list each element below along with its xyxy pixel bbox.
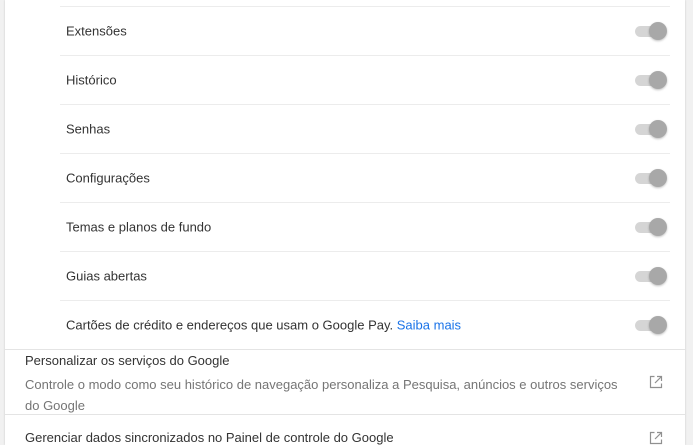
sync-label-extensions: Extensões xyxy=(66,23,127,38)
sync-row-payments: Cartões de crédito e endereços que usam … xyxy=(5,300,685,349)
personalize-description: Controle o modo como seu histórico de na… xyxy=(25,377,618,413)
sync-label-passwords: Senhas xyxy=(66,121,111,136)
sync-label-payments: Cartões de crédito e endereços que usam … xyxy=(66,317,461,332)
sync-row-extensions: Extensões xyxy=(5,6,685,55)
row-divider xyxy=(60,6,670,7)
toggle-knob xyxy=(649,315,667,334)
open-in-new-icon[interactable] xyxy=(649,375,663,389)
toggle-knob xyxy=(649,168,667,187)
sync-label-history: Histórico xyxy=(66,72,117,87)
manage-title: Gerenciar dados sincronizados no Painel … xyxy=(25,430,394,445)
sync-row-settings: Configurações xyxy=(5,153,685,202)
row-divider xyxy=(60,300,670,301)
sync-row-passwords: Senhas xyxy=(5,104,685,153)
toggle-knob xyxy=(649,21,667,40)
toggle-themes[interactable] xyxy=(635,217,667,236)
sync-row-open-tabs: Guias abertas xyxy=(5,251,685,300)
learn-more-link[interactable]: Saiba mais xyxy=(397,317,461,332)
toggle-knob xyxy=(649,70,667,89)
row-divider xyxy=(60,202,670,203)
personalize-title: Personalizar os serviços do Google xyxy=(25,353,230,368)
sync-label-themes: Temas e planos de fundo xyxy=(66,219,212,234)
toggle-open-tabs[interactable] xyxy=(635,266,667,285)
section-divider xyxy=(5,349,685,350)
manage-synced-data-row[interactable]: Gerenciar dados sincronizados no Painel … xyxy=(5,430,685,445)
row-divider xyxy=(60,251,670,252)
toggle-knob xyxy=(649,266,667,285)
sync-settings-card: Extensões Histórico Senhas Configurações… xyxy=(5,0,685,445)
sync-label-settings: Configurações xyxy=(66,170,150,185)
toggle-history[interactable] xyxy=(635,70,667,89)
sync-row-themes: Temas e planos de fundo xyxy=(5,202,685,251)
open-in-new-icon[interactable] xyxy=(649,431,663,445)
toggle-knob xyxy=(649,119,667,138)
toggle-knob xyxy=(649,217,667,236)
toggle-settings[interactable] xyxy=(635,168,667,187)
row-divider xyxy=(60,55,670,56)
toggle-payments[interactable] xyxy=(635,315,667,334)
section-divider xyxy=(5,414,685,415)
sync-label-payments-text: Cartões de crédito e endereços que usam … xyxy=(66,317,394,332)
sync-label-open-tabs: Guias abertas xyxy=(66,268,147,283)
personalize-google-services-row[interactable]: Personalizar os serviços do Google Contr… xyxy=(5,353,685,415)
toggle-extensions[interactable] xyxy=(635,21,667,40)
sync-row-history: Histórico xyxy=(5,55,685,104)
toggle-passwords[interactable] xyxy=(635,119,667,138)
row-divider xyxy=(60,153,670,154)
row-divider xyxy=(60,104,670,105)
